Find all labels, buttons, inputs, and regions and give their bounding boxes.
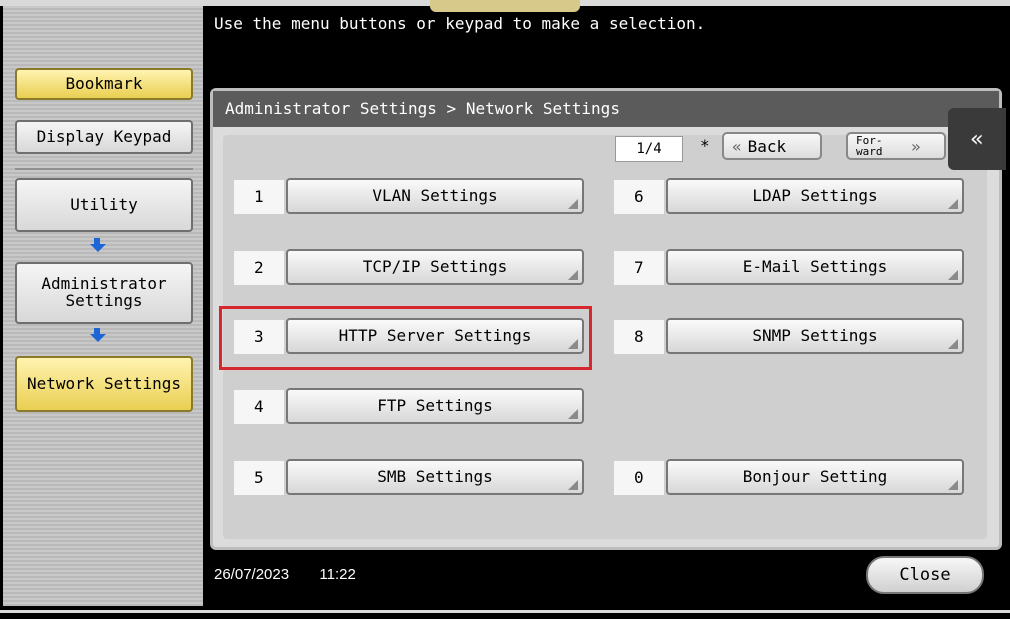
button-label: TCP/IP Settings bbox=[362, 257, 508, 276]
close-button[interactable]: Close bbox=[866, 556, 984, 594]
collapse-panel-button[interactable]: « bbox=[948, 108, 1006, 170]
device-screen: Bookmark Display Keypad Utility Administ… bbox=[0, 0, 1010, 619]
item-number: 7 bbox=[614, 251, 664, 285]
double-left-arrow-icon: « bbox=[732, 136, 742, 156]
item-number: 0 bbox=[614, 461, 664, 495]
display-keypad-button[interactable]: Display Keypad bbox=[15, 120, 193, 154]
instruction-text: Use the menu buttons or keypad to make a… bbox=[214, 14, 706, 33]
date-text: 26/07/2023 bbox=[214, 566, 290, 583]
bottom-border bbox=[0, 610, 1010, 613]
ftp-settings-button[interactable]: FTP Settings bbox=[286, 388, 584, 424]
button-label: Bonjour Setting bbox=[742, 467, 888, 486]
item-number: 8 bbox=[614, 320, 664, 354]
vlan-settings-button[interactable]: VLAN Settings bbox=[286, 178, 584, 214]
ldap-settings-button[interactable]: LDAP Settings bbox=[666, 178, 964, 214]
double-left-arrow-icon: « bbox=[970, 126, 984, 152]
button-label: SNMP Settings bbox=[752, 326, 878, 345]
back-label: Back bbox=[747, 136, 787, 156]
bookmark-button[interactable]: Bookmark bbox=[15, 68, 193, 100]
button-label: VLAN Settings bbox=[372, 186, 498, 205]
button-label: FTP Settings bbox=[377, 396, 493, 415]
button-label: E-Mail Settings bbox=[742, 257, 888, 276]
bonjour-setting-button[interactable]: Bonjour Setting bbox=[666, 459, 964, 495]
star-icon: * bbox=[700, 136, 710, 155]
double-right-arrow-icon: » bbox=[911, 136, 921, 156]
datetime: 26/07/2023 11:22 bbox=[214, 566, 356, 583]
utility-button[interactable]: Utility bbox=[15, 178, 193, 232]
time-text: 11:22 bbox=[319, 566, 356, 583]
page-indicator: 1/4 bbox=[615, 136, 683, 162]
forward-button[interactable]: For-ward » bbox=[846, 132, 946, 160]
item-number: 2 bbox=[234, 251, 284, 285]
snmp-settings-button[interactable]: SNMP Settings bbox=[666, 318, 964, 354]
selection-highlight bbox=[219, 306, 592, 370]
button-label: LDAP Settings bbox=[752, 186, 878, 205]
breadcrumb: Administrator Settings > Network Setting… bbox=[213, 91, 999, 127]
tcp-ip-settings-button[interactable]: TCP/IP Settings bbox=[286, 249, 584, 285]
network-settings-button[interactable]: Network Settings bbox=[15, 356, 193, 412]
button-label: SMB Settings bbox=[377, 467, 493, 486]
item-number: 5 bbox=[234, 461, 284, 495]
item-number: 4 bbox=[234, 390, 284, 424]
left-divider bbox=[15, 168, 193, 170]
smb-settings-button[interactable]: SMB Settings bbox=[286, 459, 584, 495]
back-button[interactable]: « Back bbox=[722, 132, 822, 160]
item-number: 1 bbox=[234, 180, 284, 214]
email-settings-button[interactable]: E-Mail Settings bbox=[666, 249, 964, 285]
top-handle[interactable] bbox=[430, 0, 580, 12]
left-panel: Bookmark Display Keypad Utility Administ… bbox=[3, 6, 203, 606]
item-number: 6 bbox=[614, 180, 664, 214]
forward-label: For-ward bbox=[856, 134, 883, 158]
administrator-settings-button[interactable]: Administrator Settings bbox=[15, 262, 193, 324]
